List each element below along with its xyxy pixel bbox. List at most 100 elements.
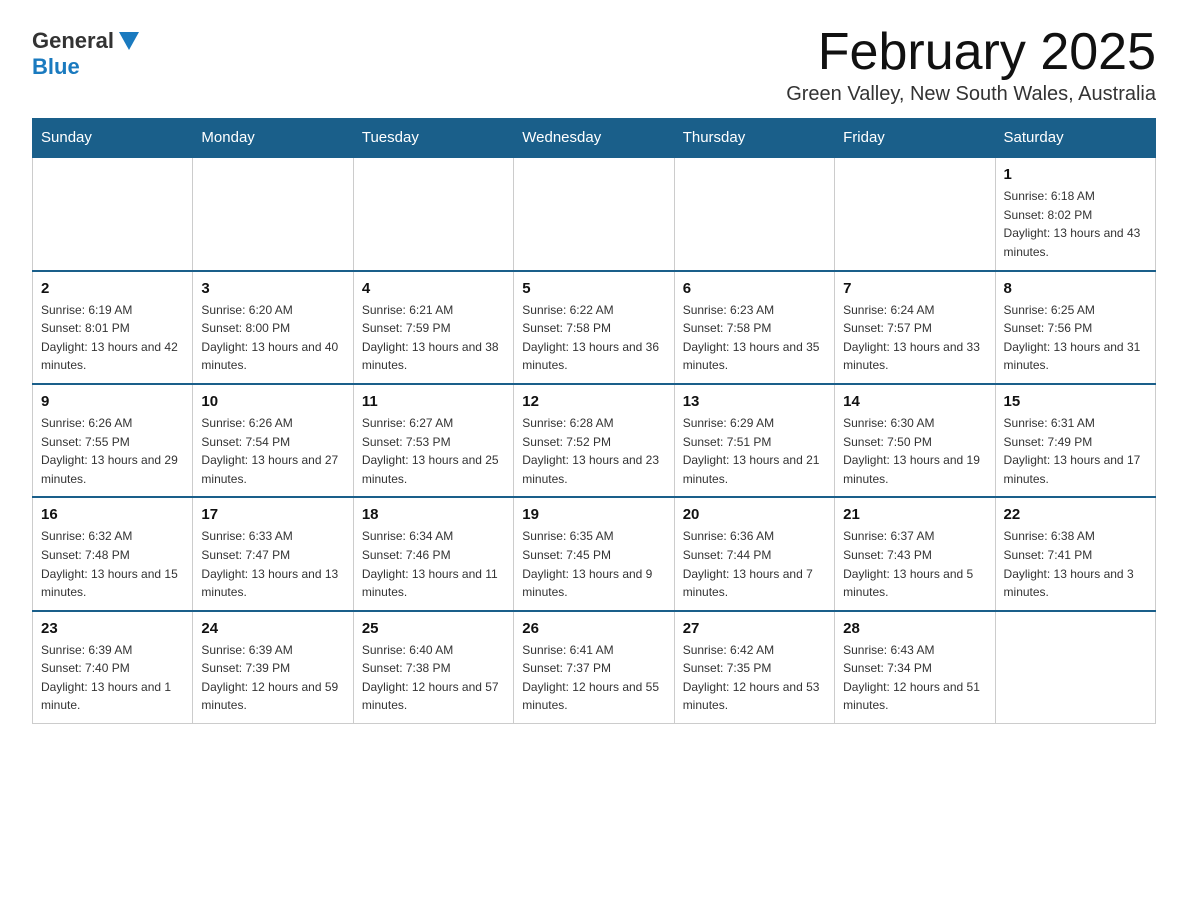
day-number: 27: [683, 620, 826, 637]
day-info: Sunrise: 6:33 AMSunset: 7:47 PMDaylight:…: [201, 527, 344, 601]
calendar-cell: [33, 157, 193, 270]
day-number: 25: [362, 620, 505, 637]
day-info: Sunrise: 6:39 AMSunset: 7:40 PMDaylight:…: [41, 641, 184, 715]
calendar-cell: 6 Sunrise: 6:23 AMSunset: 7:58 PMDaylight…: [674, 271, 834, 384]
logo: General Blue: [32, 28, 144, 80]
calendar-cell: 7 Sunrise: 6:24 AMSunset: 7:57 PMDaylight…: [835, 271, 995, 384]
logo-arrow-icon: [116, 28, 142, 54]
day-info: Sunrise: 6:30 AMSunset: 7:50 PMDaylight:…: [843, 414, 986, 488]
calendar-cell: 14Sunrise: 6:30 AMSunset: 7:50 PMDayligh…: [835, 384, 995, 497]
calendar-cell: 1 Sunrise: 6:18 AMSunset: 8:02 PMDaylight…: [995, 157, 1155, 270]
calendar-cell: 22Sunrise: 6:38 AMSunset: 7:41 PMDayligh…: [995, 497, 1155, 610]
calendar-cell: 3Sunrise: 6:20 AMSunset: 8:00 PMDaylight…: [193, 271, 353, 384]
calendar-cell: [353, 157, 513, 270]
day-number: 23: [41, 620, 184, 637]
day-info: Sunrise: 6:23 AMSunset: 7:58 PMDaylight:…: [683, 301, 826, 375]
day-number: 6: [683, 280, 826, 297]
calendar-cell: [995, 611, 1155, 724]
calendar-cell: [514, 157, 674, 270]
day-info: Sunrise: 6:35 AMSunset: 7:45 PMDaylight:…: [522, 527, 665, 601]
calendar-cell: 4 Sunrise: 6:21 AMSunset: 7:59 PMDaylight…: [353, 271, 513, 384]
day-number: 1: [1004, 166, 1147, 183]
calendar-header-tuesday: Tuesday: [353, 119, 513, 158]
day-number: 9: [41, 393, 184, 410]
calendar-cell: 17 Sunrise: 6:33 AMSunset: 7:47 PMDayligh…: [193, 497, 353, 610]
day-info: Sunrise: 6:32 AMSunset: 7:48 PMDaylight:…: [41, 527, 184, 601]
calendar-header-thursday: Thursday: [674, 119, 834, 158]
calendar-table: SundayMondayTuesdayWednesdayThursdayFrid…: [32, 118, 1156, 724]
day-info: Sunrise: 6:34 AMSunset: 7:46 PMDaylight:…: [362, 527, 505, 601]
calendar-week-row: 23 Sunrise: 6:39 AMSunset: 7:40 PMDayligh…: [33, 611, 1156, 724]
calendar-cell: 19 Sunrise: 6:35 AMSunset: 7:45 PMDayligh…: [514, 497, 674, 610]
calendar-cell: 10 Sunrise: 6:26 AMSunset: 7:54 PMDayligh…: [193, 384, 353, 497]
day-info: Sunrise: 6:26 AMSunset: 7:54 PMDaylight:…: [201, 414, 344, 488]
calendar-cell: 18 Sunrise: 6:34 AMSunset: 7:46 PMDayligh…: [353, 497, 513, 610]
calendar-cell: 16 Sunrise: 6:32 AMSunset: 7:48 PMDayligh…: [33, 497, 193, 610]
day-number: 13: [683, 393, 826, 410]
calendar-cell: 2Sunrise: 6:19 AMSunset: 8:01 PMDaylight…: [33, 271, 193, 384]
day-number: 2: [41, 280, 184, 297]
calendar-cell: 15 Sunrise: 6:31 AMSunset: 7:49 PMDayligh…: [995, 384, 1155, 497]
calendar-cell: 24 Sunrise: 6:39 AMSunset: 7:39 PMDayligh…: [193, 611, 353, 724]
day-info: Sunrise: 6:41 AMSunset: 7:37 PMDaylight:…: [522, 641, 665, 715]
day-number: 19: [522, 506, 665, 523]
calendar-cell: 12 Sunrise: 6:28 AMSunset: 7:52 PMDayligh…: [514, 384, 674, 497]
day-number: 12: [522, 393, 665, 410]
day-info: Sunrise: 6:18 AMSunset: 8:02 PMDaylight:…: [1004, 187, 1147, 261]
day-number: 26: [522, 620, 665, 637]
calendar-cell: [193, 157, 353, 270]
day-info: Sunrise: 6:28 AMSunset: 7:52 PMDaylight:…: [522, 414, 665, 488]
day-number: 11: [362, 393, 505, 410]
calendar-cell: [835, 157, 995, 270]
logo-blue: Blue: [32, 54, 80, 80]
day-info: Sunrise: 6:26 AMSunset: 7:55 PMDaylight:…: [41, 414, 184, 488]
location-title: Green Valley, New South Wales, Australia: [786, 83, 1156, 106]
calendar-week-row: 16 Sunrise: 6:32 AMSunset: 7:48 PMDayligh…: [33, 497, 1156, 610]
day-number: 16: [41, 506, 184, 523]
day-number: 4: [362, 280, 505, 297]
calendar-header-monday: Monday: [193, 119, 353, 158]
calendar-header-friday: Friday: [835, 119, 995, 158]
day-number: 7: [843, 280, 986, 297]
calendar-header-saturday: Saturday: [995, 119, 1155, 158]
day-info: Sunrise: 6:25 AMSunset: 7:56 PMDaylight:…: [1004, 301, 1147, 375]
calendar-cell: 20 Sunrise: 6:36 AMSunset: 7:44 PMDayligh…: [674, 497, 834, 610]
day-number: 5: [522, 280, 665, 297]
day-number: 21: [843, 506, 986, 523]
day-info: Sunrise: 6:39 AMSunset: 7:39 PMDaylight:…: [201, 641, 344, 715]
logo-general: General: [32, 28, 114, 54]
day-info: Sunrise: 6:37 AMSunset: 7:43 PMDaylight:…: [843, 527, 986, 601]
calendar-week-row: 2Sunrise: 6:19 AMSunset: 8:01 PMDaylight…: [33, 271, 1156, 384]
day-info: Sunrise: 6:36 AMSunset: 7:44 PMDaylight:…: [683, 527, 826, 601]
calendar-week-row: 9 Sunrise: 6:26 AMSunset: 7:55 PMDaylight…: [33, 384, 1156, 497]
calendar-cell: 28Sunrise: 6:43 AMSunset: 7:34 PMDayligh…: [835, 611, 995, 724]
calendar-cell: 9 Sunrise: 6:26 AMSunset: 7:55 PMDaylight…: [33, 384, 193, 497]
day-info: Sunrise: 6:38 AMSunset: 7:41 PMDaylight:…: [1004, 527, 1147, 601]
day-number: 17: [201, 506, 344, 523]
day-info: Sunrise: 6:31 AMSunset: 7:49 PMDaylight:…: [1004, 414, 1147, 488]
month-title: February 2025: [786, 24, 1156, 81]
day-number: 3: [201, 280, 344, 297]
day-info: Sunrise: 6:22 AMSunset: 7:58 PMDaylight:…: [522, 301, 665, 375]
calendar-cell: 11 Sunrise: 6:27 AMSunset: 7:53 PMDayligh…: [353, 384, 513, 497]
day-number: 10: [201, 393, 344, 410]
calendar-cell: [674, 157, 834, 270]
calendar-header-row: SundayMondayTuesdayWednesdayThursdayFrid…: [33, 119, 1156, 158]
day-info: Sunrise: 6:21 AMSunset: 7:59 PMDaylight:…: [362, 301, 505, 375]
calendar-cell: 27 Sunrise: 6:42 AMSunset: 7:35 PMDayligh…: [674, 611, 834, 724]
day-info: Sunrise: 6:27 AMSunset: 7:53 PMDaylight:…: [362, 414, 505, 488]
calendar-cell: 8 Sunrise: 6:25 AMSunset: 7:56 PMDaylight…: [995, 271, 1155, 384]
day-number: 15: [1004, 393, 1147, 410]
day-number: 24: [201, 620, 344, 637]
day-info: Sunrise: 6:42 AMSunset: 7:35 PMDaylight:…: [683, 641, 826, 715]
title-area: February 2025 Green Valley, New South Wa…: [786, 24, 1156, 106]
day-number: 28: [843, 620, 986, 637]
calendar-cell: 23 Sunrise: 6:39 AMSunset: 7:40 PMDayligh…: [33, 611, 193, 724]
day-number: 8: [1004, 280, 1147, 297]
day-info: Sunrise: 6:24 AMSunset: 7:57 PMDaylight:…: [843, 301, 986, 375]
calendar-cell: 21 Sunrise: 6:37 AMSunset: 7:43 PMDayligh…: [835, 497, 995, 610]
calendar-week-row: 1 Sunrise: 6:18 AMSunset: 8:02 PMDaylight…: [33, 157, 1156, 270]
calendar-cell: 26 Sunrise: 6:41 AMSunset: 7:37 PMDayligh…: [514, 611, 674, 724]
day-number: 18: [362, 506, 505, 523]
day-number: 20: [683, 506, 826, 523]
